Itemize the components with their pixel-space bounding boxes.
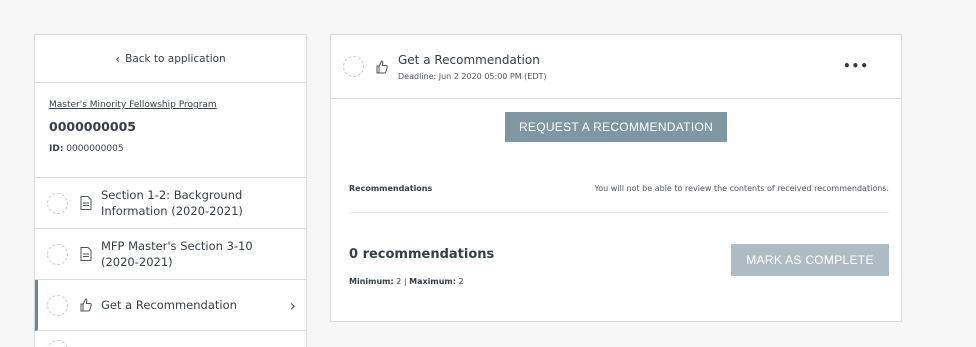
document-icon (80, 196, 92, 210)
sidebar-item-mfp-masters-section[interactable]: MFP Master's Section 3-10 (2020-2021) (35, 229, 306, 280)
program-info: Master's Minority Fellowship Program 000… (35, 83, 306, 178)
program-id-value: 0000000005 (66, 144, 124, 154)
document-icon (80, 247, 92, 261)
recommendations-row: Recommendations You will not be able to … (349, 171, 889, 213)
page-title: Get a Recommendation (398, 52, 540, 67)
status-circle-icon (47, 192, 68, 214)
sidebar-item-get-a-recommendation[interactable]: Get a Recommendation › (35, 280, 306, 331)
minimum-label: Minimum: (349, 277, 394, 286)
program-code: 0000000005 (49, 119, 136, 134)
panel-header: Get a Recommendation Deadline: Jun 2 202… (331, 35, 901, 99)
sidebar-item-partial[interactable] (35, 331, 306, 347)
thumbs-up-icon (80, 298, 92, 312)
maximum-value: 2 (458, 277, 464, 286)
sidebar-item-label: Section 1-2: Background Information (202… (101, 188, 243, 218)
recommendations-note: You will not be able to review the conte… (594, 184, 889, 193)
status-circle-icon (47, 243, 68, 265)
more-options-icon[interactable]: ••• (843, 59, 869, 73)
program-id-label: ID: (49, 144, 64, 154)
chevron-left-icon: ‹ (115, 51, 121, 66)
minimum-value: 2 (396, 277, 402, 286)
header-text: Get a Recommendation Deadline: Jun 2 202… (398, 53, 547, 81)
recommendation-limits: Minimum: 2 | Maximum: 2 (349, 277, 464, 286)
maximum-label: Maximum: (409, 277, 456, 286)
back-label: Back to application (125, 52, 226, 65)
sidebar-item-label: MFP Master's Section 3-10 (2020-2021) (101, 239, 253, 269)
recommendations-label: Recommendations (349, 184, 433, 193)
status-circle-icon (47, 294, 68, 316)
mark-as-complete-button[interactable]: MARK AS COMPLETE (731, 244, 889, 276)
request-recommendation-button[interactable]: REQUEST A RECOMMENDATION (505, 112, 727, 142)
recommendation-count: 0 recommendations (349, 247, 495, 262)
status-circle-icon (343, 56, 364, 77)
program-link[interactable]: Master's Minority Fellowship Program (49, 100, 306, 110)
thumbs-up-icon (376, 59, 388, 73)
back-to-application-link[interactable]: ‹ Back to application (35, 35, 306, 83)
status-circle-icon (47, 340, 68, 347)
program-id: ID: 0000000005 (49, 144, 306, 154)
sidebar: ‹ Back to application Master's Minority … (34, 34, 307, 347)
sidebar-item-label: Get a Recommendation (101, 298, 237, 312)
deadline-text: Deadline: Jun 2 2020 05:00 PM (EDT) (398, 71, 547, 81)
sidebar-item-background-information[interactable]: Section 1-2: Background Information (202… (35, 178, 306, 229)
recommendation-panel: Get a Recommendation Deadline: Jun 2 202… (330, 34, 902, 322)
chevron-right-icon: › (289, 295, 296, 315)
